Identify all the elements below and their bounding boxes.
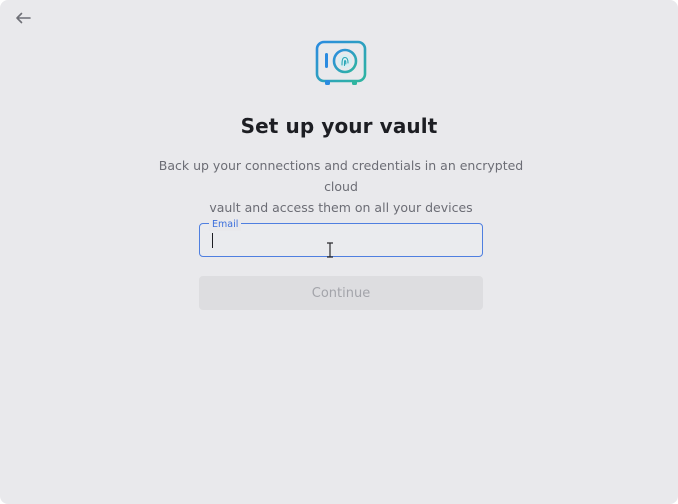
back-button[interactable]: [12, 8, 34, 28]
vault-fingerprint-icon: [315, 40, 367, 85]
email-input[interactable]: [210, 230, 470, 250]
subtitle-line-2: vault and access them on all your device…: [209, 200, 473, 215]
email-label-container: Email: [209, 216, 242, 231]
vault-setup-window: Set up your vault Back up your connectio…: [0, 0, 678, 504]
email-label: Email: [212, 219, 239, 230]
text-caret: [212, 233, 213, 248]
email-field[interactable]: Email: [199, 216, 483, 257]
page-title: Set up your vault: [240, 114, 438, 138]
arrow-left-icon: [16, 12, 31, 24]
page-subtitle: Back up your connections and credentials…: [140, 155, 542, 218]
subtitle-line-1: Back up your connections and credentials…: [158, 158, 524, 194]
ibeam-cursor-icon: [327, 242, 333, 258]
continue-button[interactable]: Continue: [199, 276, 483, 310]
